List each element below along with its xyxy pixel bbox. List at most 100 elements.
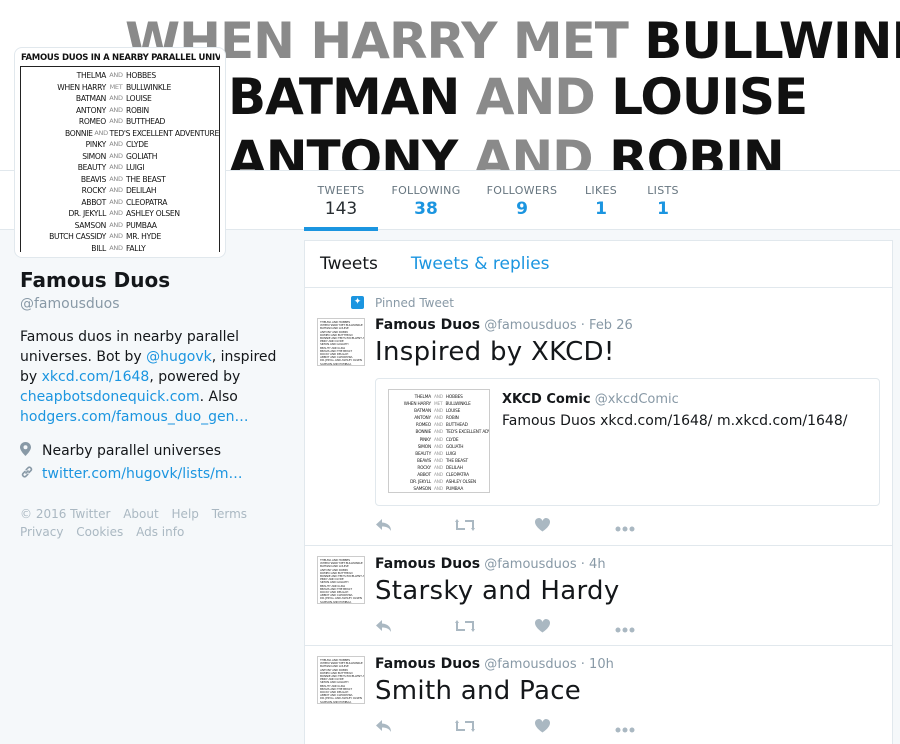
- nav-count: 9: [516, 199, 528, 219]
- more-icon[interactable]: [615, 618, 695, 637]
- retweet-icon[interactable]: [455, 517, 535, 536]
- more-icon[interactable]: [615, 517, 695, 536]
- comic-row: PINKY AND CLYDE: [21, 139, 219, 151]
- tweet-actions: [375, 618, 695, 637]
- comic-row: DR. JEKYLL AND ASHLEY OLSEN: [21, 208, 219, 220]
- tweet-avatar[interactable]: THELMA AND HOBBES WHEN HARRY MET BULLWINK…: [317, 656, 365, 704]
- comic-row-text: DR. JEKYLL: [68, 209, 106, 218]
- footer-privacy-link[interactable]: Privacy: [20, 525, 63, 539]
- comic-row: BILL AND FALLY: [21, 243, 219, 253]
- tweet[interactable]: THELMA AND HOBBES WHEN HARRY MET BULLWINK…: [305, 646, 892, 744]
- tab-tweets[interactable]: Tweets: [320, 254, 378, 274]
- more-icon[interactable]: [615, 718, 695, 737]
- comic-row-text: WHEN HARRY: [57, 82, 106, 92]
- reply-icon[interactable]: [375, 517, 455, 536]
- nav-count: 1: [595, 199, 607, 219]
- card-comic-row: BEAUTY AND LUIGI: [415, 451, 457, 457]
- footer-terms-link[interactable]: Terms: [212, 507, 247, 521]
- tweet-avatar[interactable]: THELMA AND HOBBES WHEN HARRY MET BULLWINK…: [317, 318, 365, 366]
- tweet-avatar[interactable]: THELMA AND HOBBES WHEN HARRY MET BULLWINK…: [317, 556, 365, 604]
- tweet-content: Famous Duos @famousduos · 4h Starsky and…: [375, 556, 880, 606]
- footer-help-link[interactable]: Help: [172, 507, 199, 521]
- tweet[interactable]: THELMA AND HOBBES WHEN HARRY MET BULLWINK…: [305, 546, 892, 646]
- footer-cookies-link[interactable]: Cookies: [76, 525, 123, 539]
- tweet-header: Famous Duos @famousduos · 4h: [375, 556, 880, 572]
- tweet-author-name[interactable]: Famous Duos: [375, 317, 480, 333]
- tweet-text: Starsky and Hardy: [375, 576, 620, 606]
- comic-row: WHEN HARRY MET BULLWINKLE: [21, 82, 219, 94]
- comic-row: BONNIE AND TED'S EXCELLENT ADVENTURE: [21, 128, 219, 140]
- tweet-text: Smith and Pace: [375, 676, 582, 706]
- tweet-header: Famous Duos @famousduos · Feb 26: [375, 317, 880, 333]
- heart-icon[interactable]: [534, 718, 615, 737]
- comic-row-text: ASHLEY OLSEN: [126, 209, 180, 218]
- profile-name[interactable]: Famous Duos: [20, 268, 282, 292]
- footer-ads-info-link[interactable]: Ads info: [136, 525, 184, 539]
- heart-icon[interactable]: [534, 618, 615, 637]
- comic-row-text: AND: [109, 243, 123, 252]
- banner-text: ROBIN: [609, 130, 785, 170]
- comic-row-text: CLEOPATRA: [126, 197, 168, 207]
- retweet-icon[interactable]: [455, 618, 535, 637]
- tweet-header: Famous Duos @famousduos · 10h: [375, 656, 880, 672]
- tweet-author-handle[interactable]: @famousduos: [484, 557, 576, 572]
- bio-link-hodgers[interactable]: hodgers.com/famous_duo_gen…: [20, 409, 249, 425]
- avatar-comic-title: FAMOUS DUOS IN A NEARBY PARALLEL UNIVERS…: [21, 53, 220, 63]
- profile-avatar[interactable]: FAMOUS DUOS IN A NEARBY PARALLEL UNIVERS…: [14, 47, 226, 258]
- comic-row-text: TED'S EXCELLENT ADVENTURE: [109, 128, 220, 138]
- nav-followers[interactable]: FOLLOWERS 9: [486, 171, 558, 231]
- bio-link-xkcd[interactable]: xkcd.com/1648: [42, 369, 150, 385]
- card-comic-row: BONNIEANDTED'S EXCELLENT ADVENTURE: [415, 430, 489, 436]
- card-comic-rows: THELMA AND HOBBES WHEN HARRY MET BULLWINKLE BA…: [391, 394, 489, 492]
- profile-handle: @famousduos: [20, 296, 120, 312]
- comic-row-text: BATMAN: [75, 94, 106, 103]
- avatar-thumbnail: THELMA AND HOBBES WHEN HARRY MET BULLWINK…: [320, 658, 365, 704]
- card-comic-image: THELMA AND HOBBES WHEN HARRY MET BULLWINKLE BA…: [388, 389, 490, 493]
- comic-row-text: CLYDE: [126, 140, 149, 149]
- banner-line-3: ANTONY AND ROBIN: [228, 130, 785, 170]
- tweet-timestamp[interactable]: · 10h: [581, 657, 614, 672]
- comic-row-text: PUMBAA: [126, 220, 157, 230]
- tweet-author-name[interactable]: Famous Duos: [375, 556, 480, 572]
- comic-row-text: FALLY: [126, 243, 146, 253]
- reply-icon[interactable]: [375, 618, 455, 637]
- comic-row-text: BULLWINKLE: [126, 82, 171, 92]
- bio-link-hugovk[interactable]: @hugovk: [146, 349, 212, 365]
- card-comic-row: ROMEO AND BUTTHEAD: [415, 423, 468, 429]
- tab-tweets-and-replies[interactable]: Tweets & replies: [411, 254, 550, 274]
- tweet-timestamp[interactable]: · Feb 26: [581, 318, 633, 333]
- profile-url-link[interactable]: twitter.com/hugovk/lists/m…: [42, 466, 242, 482]
- tweet-author-handle[interactable]: @famousduos: [484, 657, 576, 672]
- retweet-icon[interactable]: [455, 718, 535, 737]
- comic-row-text: AND: [109, 71, 123, 79]
- card-author-handle: @xkcdComic: [594, 392, 679, 407]
- avatar-thumbnail: THELMA AND HOBBES WHEN HARRY MET BULLWINK…: [320, 558, 365, 604]
- tweet-author-name[interactable]: Famous Duos: [375, 656, 480, 672]
- comic-row: ANTONY AND ROBIN: [21, 105, 219, 117]
- card-comic-row: BATMAN AND LOUISE: [414, 409, 461, 415]
- nav-likes[interactable]: LIKES 1: [582, 171, 620, 231]
- comic-row-text: AND: [109, 174, 123, 183]
- comic-row-text: AND: [109, 151, 123, 160]
- nav-following[interactable]: FOLLOWING 38: [390, 171, 462, 231]
- comic-row-text: AND: [109, 94, 123, 102]
- quoted-tweet-card[interactable]: THELMA AND HOBBES WHEN HARRY MET BULLWINKLE BA…: [375, 378, 880, 506]
- comic-row-text: HOBBES: [126, 71, 156, 80]
- heart-icon[interactable]: [534, 517, 615, 536]
- footer-about-link[interactable]: About: [123, 507, 158, 521]
- tweet-content: Famous Duos @famousduos · Feb 26 Inspire…: [375, 317, 880, 367]
- comic-row-text: SIMON: [82, 151, 106, 161]
- tweet-pinned[interactable]: ✦ Pinned Tweet THELMA AND HOBBES WHEN HAR…: [305, 288, 892, 546]
- nav-count: 1: [657, 199, 669, 219]
- nav-tweets[interactable]: TWEETS 143: [304, 171, 378, 231]
- bio-text: , powered by: [149, 369, 241, 385]
- tweet-timestamp[interactable]: · 4h: [581, 557, 606, 572]
- banner-line-1: WHEN HARRY MET BULLWINKLE: [125, 12, 900, 70]
- bio-link-cheapbots[interactable]: cheapbotsdonequick.com: [20, 389, 200, 405]
- comic-row: BATMAN AND LOUISE: [21, 93, 219, 105]
- comic-row: ROCKY AND DELILAH: [21, 185, 219, 197]
- reply-icon[interactable]: [375, 718, 455, 737]
- tweet-author-handle[interactable]: @famousduos: [484, 318, 576, 333]
- comic-row-text: BILL: [91, 243, 106, 253]
- nav-lists[interactable]: LISTS 1: [644, 171, 682, 231]
